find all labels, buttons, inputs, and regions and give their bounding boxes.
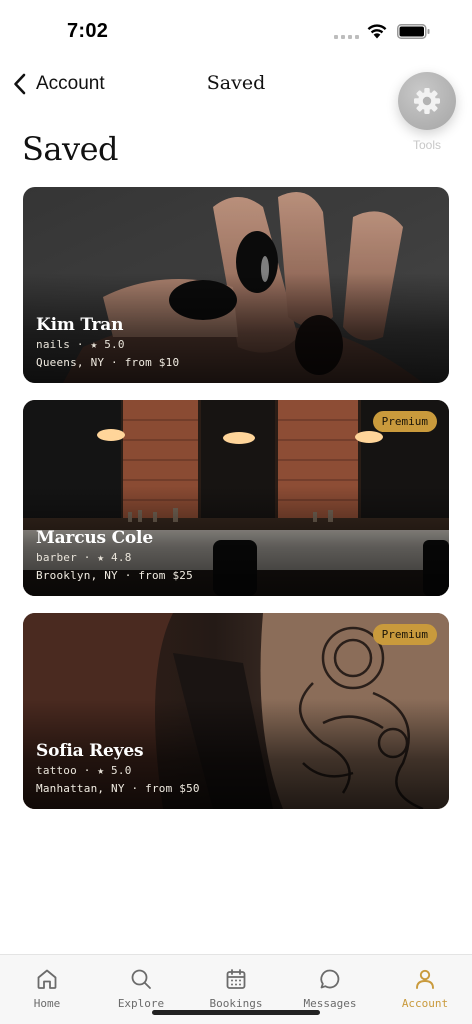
home-indicator bbox=[152, 1010, 320, 1015]
saved-card-sofia-reyes[interactable]: Premium Sofia Reyes tattoo · ★ 5.0 Manha… bbox=[23, 613, 449, 809]
tab-label: Home bbox=[33, 997, 61, 1010]
tab-label: Bookings bbox=[209, 997, 263, 1010]
card-name: Kim Tran bbox=[36, 315, 124, 335]
status-bar: 7:02 bbox=[0, 0, 472, 56]
tools-button[interactable] bbox=[398, 72, 456, 130]
card-meta: barber · ★ 4.8 bbox=[36, 551, 132, 564]
tools-label: Tools bbox=[412, 138, 441, 152]
wifi-icon bbox=[367, 24, 387, 39]
home-icon bbox=[37, 969, 57, 989]
person-icon bbox=[416, 969, 434, 989]
cellular-signal-icon bbox=[334, 35, 360, 41]
saved-card-kim-tran[interactable]: Kim Tran nails · ★ 5.0 Queens, NY · from… bbox=[23, 187, 449, 383]
card-location: Queens, NY · from $10 bbox=[36, 356, 180, 369]
tab-account[interactable]: Account bbox=[378, 967, 472, 1017]
card-meta: nails · ★ 5.0 bbox=[36, 338, 125, 351]
search-icon bbox=[131, 969, 151, 989]
saved-card-marcus-cole[interactable]: Premium Marcus Cole barber · ★ 4.8 Brook… bbox=[23, 400, 449, 596]
card-location: Brooklyn, NY · from $25 bbox=[36, 569, 193, 582]
tab-label: Account bbox=[401, 997, 449, 1010]
premium-badge: Premium bbox=[372, 624, 437, 645]
tab-label: Explore bbox=[117, 997, 165, 1010]
card-name: Marcus Cole bbox=[36, 528, 153, 548]
tab-label: Messages bbox=[303, 997, 357, 1010]
card-name: Sofia Reyes bbox=[36, 741, 144, 761]
chat-bubble-icon bbox=[320, 969, 340, 989]
calendar-icon bbox=[226, 969, 246, 989]
premium-badge: Premium bbox=[372, 411, 437, 432]
status-time: 7:02 bbox=[67, 20, 109, 42]
page-title: Saved bbox=[22, 130, 119, 168]
tab-home[interactable]: Home bbox=[0, 967, 94, 1017]
gear-icon bbox=[414, 88, 440, 114]
card-meta: tattoo · ★ 5.0 bbox=[36, 764, 132, 777]
battery-icon bbox=[397, 24, 430, 39]
card-location: Manhattan, NY · from $50 bbox=[36, 782, 200, 795]
